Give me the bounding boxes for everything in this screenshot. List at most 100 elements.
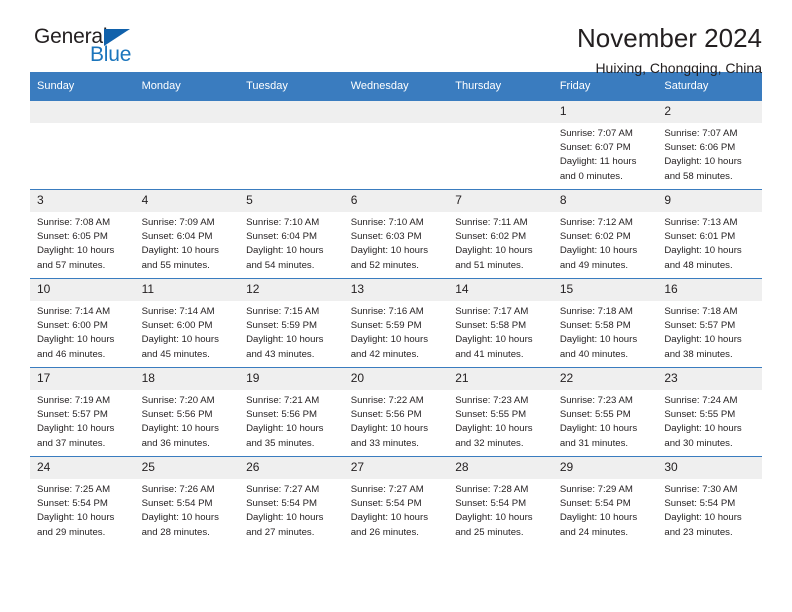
sunrise-text: Sunrise: 7:14 AM	[141, 306, 215, 317]
daylight-text: Daylight: 10 hours and 31 minutes.	[559, 423, 638, 449]
daylight-text: Daylight: 10 hours and 40 minutes.	[559, 334, 638, 360]
calendar-day-cell[interactable]: 3 Sunrise: 7:08 AM Sunset: 6:05 PM Daylight…	[30, 189, 135, 279]
sunrise-text: Sunrise: 7:13 AM	[664, 217, 738, 228]
calendar-day-cell[interactable]: 23 Sunrise: 7:24 AM Sunset: 5:55 PM Dayligh…	[657, 367, 762, 457]
calendar-day-cell[interactable]: 24 Sunrise: 7:25 AM Sunset: 5:54 PM Dayligh…	[30, 456, 135, 545]
page-subtitle-location: Huixing, Chongqing, China	[595, 60, 762, 76]
day-sun-info: Sunrise: 7:20 AM Sunset: 5:56 PM Daylight:…	[135, 390, 240, 451]
sunset-text: Sunset: 5:56 PM	[141, 409, 213, 421]
calendar-day-cell[interactable]: 13 Sunrise: 7:16 AM Sunset: 5:59 PM Dayligh…	[343, 278, 449, 368]
weekday-header-sunday: Sunday	[30, 72, 135, 101]
calendar-day-cell[interactable]: 29 Sunrise: 7:29 AM Sunset: 5:54 PM Dayligh…	[552, 456, 658, 545]
day-sun-info: Sunrise: 7:11 AM Sunset: 6:02 PM Daylight:…	[448, 212, 553, 273]
sunset-text: Sunset: 5:58 PM	[559, 320, 631, 332]
calendar-day-cell[interactable]: 5 Sunrise: 7:10 AM Sunset: 6:04 PM Daylight…	[239, 189, 344, 279]
day-number: 4	[134, 190, 240, 212]
calendar-day-cell[interactable]: 22 Sunrise: 7:23 AM Sunset: 5:55 PM Dayligh…	[552, 367, 658, 457]
calendar-day-cell[interactable]: 27 Sunrise: 7:27 AM Sunset: 5:54 PM Dayligh…	[343, 456, 449, 545]
daylight-text: Daylight: 10 hours and 55 minutes.	[141, 245, 219, 271]
daylight-text: Daylight: 10 hours and 43 minutes.	[246, 334, 324, 360]
day-number	[448, 101, 553, 123]
day-number: 1	[552, 101, 658, 123]
day-number: 17	[30, 368, 135, 390]
calendar-day-cell[interactable]: 19 Sunrise: 7:21 AM Sunset: 5:56 PM Dayligh…	[239, 367, 344, 457]
calendar-day-cell[interactable]: 8 Sunrise: 7:12 AM Sunset: 6:02 PM Daylight…	[552, 189, 658, 279]
sunrise-text: Sunrise: 7:26 AM	[141, 484, 215, 495]
day-number: 14	[448, 279, 553, 301]
weekday-header-thursday: Thursday	[448, 72, 553, 101]
daylight-text: Daylight: 10 hours and 29 minutes.	[37, 512, 115, 538]
day-number: 20	[343, 368, 449, 390]
sunset-text: Sunset: 5:54 PM	[350, 498, 422, 510]
sunset-text: Sunset: 5:55 PM	[559, 409, 631, 421]
sunset-text: Sunset: 5:59 PM	[350, 320, 422, 332]
calendar-day-cell[interactable]: 16 Sunrise: 7:18 AM Sunset: 5:57 PM Dayligh…	[657, 278, 762, 368]
day-sun-info: Sunrise: 7:24 AM Sunset: 5:55 PM Daylight:…	[657, 390, 762, 451]
calendar-day-cell[interactable]: 25 Sunrise: 7:26 AM Sunset: 5:54 PM Dayligh…	[134, 456, 240, 545]
sunrise-text: Sunrise: 7:12 AM	[559, 217, 633, 228]
daylight-text: Daylight: 10 hours and 33 minutes.	[350, 423, 429, 449]
title-block: November 2024 Huixing, Chongqing, China	[577, 22, 762, 78]
calendar-day-cell-empty	[343, 100, 449, 190]
sunset-text: Sunset: 6:04 PM	[246, 231, 318, 243]
sunrise-text: Sunrise: 7:15 AM	[246, 306, 320, 317]
calendar-day-cell-empty	[30, 100, 135, 190]
calendar-day-cell[interactable]: 11 Sunrise: 7:14 AM Sunset: 6:00 PM Dayligh…	[134, 278, 240, 368]
calendar-day-cell[interactable]: 6 Sunrise: 7:10 AM Sunset: 6:03 PM Daylight…	[343, 189, 449, 279]
calendar-day-cell[interactable]: 18 Sunrise: 7:20 AM Sunset: 5:56 PM Dayligh…	[134, 367, 240, 457]
calendar-day-cell[interactable]: 7 Sunrise: 7:11 AM Sunset: 6:02 PM Daylight…	[448, 189, 553, 279]
daylight-text: Daylight: 10 hours and 28 minutes.	[141, 512, 219, 538]
day-sun-info: Sunrise: 7:07 AM Sunset: 6:07 PM Daylight:…	[553, 123, 658, 184]
day-sun-info: Sunrise: 7:28 AM Sunset: 5:54 PM Daylight:…	[448, 479, 553, 540]
daylight-text: Daylight: 10 hours and 36 minutes.	[141, 423, 219, 449]
day-number: 3	[30, 190, 135, 212]
daylight-text: Daylight: 10 hours and 42 minutes.	[350, 334, 429, 360]
calendar-day-cell[interactable]: 30 Sunrise: 7:30 AM Sunset: 5:54 PM Dayligh…	[657, 456, 762, 545]
day-number: 16	[657, 279, 762, 301]
sunrise-text: Sunrise: 7:23 AM	[455, 395, 529, 406]
day-sun-info: Sunrise: 7:23 AM Sunset: 5:55 PM Daylight:…	[553, 390, 658, 451]
calendar-body: 1 Sunrise: 7:07 AM Sunset: 6:07 PM Daylight…	[30, 100, 762, 545]
sunrise-text: Sunrise: 7:23 AM	[559, 395, 633, 406]
calendar-day-cell[interactable]: 2 Sunrise: 7:07 AM Sunset: 6:06 PM Daylight…	[657, 100, 762, 190]
calendar-day-cell[interactable]: 4 Sunrise: 7:09 AM Sunset: 6:04 PM Daylight…	[134, 189, 240, 279]
day-sun-info: Sunrise: 7:07 AM Sunset: 6:06 PM Daylight:…	[657, 123, 762, 184]
calendar-day-cell[interactable]: 1 Sunrise: 7:07 AM Sunset: 6:07 PM Daylight…	[552, 100, 658, 190]
weekday-header-wednesday: Wednesday	[343, 72, 449, 101]
daylight-text: Daylight: 10 hours and 27 minutes.	[246, 512, 324, 538]
calendar-day-cell[interactable]: 21 Sunrise: 7:23 AM Sunset: 5:55 PM Dayligh…	[448, 367, 553, 457]
day-number: 27	[343, 457, 449, 479]
calendar-day-cell[interactable]: 28 Sunrise: 7:28 AM Sunset: 5:54 PM Dayligh…	[448, 456, 553, 545]
calendar-day-cell[interactable]: 9 Sunrise: 7:13 AM Sunset: 6:01 PM Daylight…	[657, 189, 762, 279]
sunrise-text: Sunrise: 7:25 AM	[37, 484, 111, 495]
day-number: 9	[657, 190, 762, 212]
calendar-day-cell[interactable]: 14 Sunrise: 7:17 AM Sunset: 5:58 PM Dayligh…	[448, 278, 553, 368]
daylight-text: Daylight: 10 hours and 23 minutes.	[664, 512, 742, 538]
sunrise-text: Sunrise: 7:18 AM	[664, 306, 738, 317]
calendar-day-cell[interactable]: 15 Sunrise: 7:18 AM Sunset: 5:58 PM Dayligh…	[552, 278, 658, 368]
sunrise-text: Sunrise: 7:29 AM	[559, 484, 633, 495]
day-sun-info: Sunrise: 7:10 AM Sunset: 6:03 PM Daylight:…	[344, 212, 449, 273]
day-number: 11	[134, 279, 240, 301]
daylight-text: Daylight: 10 hours and 24 minutes.	[559, 512, 638, 538]
calendar-day-cell[interactable]: 26 Sunrise: 7:27 AM Sunset: 5:54 PM Dayligh…	[239, 456, 344, 545]
day-sun-info: Sunrise: 7:14 AM Sunset: 6:00 PM Daylight:…	[135, 301, 240, 362]
sunset-text: Sunset: 6:02 PM	[455, 231, 527, 243]
day-number: 23	[657, 368, 762, 390]
daylight-text: Daylight: 10 hours and 25 minutes.	[455, 512, 533, 538]
page-title: November 2024	[577, 23, 762, 53]
day-sun-info: Sunrise: 7:14 AM Sunset: 6:00 PM Daylight:…	[30, 301, 135, 362]
calendar-day-cell[interactable]: 10 Sunrise: 7:14 AM Sunset: 6:00 PM Dayligh…	[30, 278, 135, 368]
calendar-day-cell[interactable]: 20 Sunrise: 7:22 AM Sunset: 5:56 PM Dayligh…	[343, 367, 449, 457]
calendar-day-cell[interactable]: 12 Sunrise: 7:15 AM Sunset: 5:59 PM Dayligh…	[239, 278, 344, 368]
day-sun-info: Sunrise: 7:16 AM Sunset: 5:59 PM Daylight:…	[344, 301, 449, 362]
day-number: 24	[30, 457, 135, 479]
daylight-text: Daylight: 10 hours and 57 minutes.	[37, 245, 115, 271]
day-sun-info: Sunrise: 7:18 AM Sunset: 5:58 PM Daylight:…	[553, 301, 658, 362]
day-sun-info: Sunrise: 7:21 AM Sunset: 5:56 PM Daylight:…	[239, 390, 344, 451]
sunrise-text: Sunrise: 7:07 AM	[664, 128, 738, 139]
calendar-day-cell[interactable]: 17 Sunrise: 7:19 AM Sunset: 5:57 PM Dayligh…	[30, 367, 135, 457]
page-header: General Blue November 2024 Huixing, Chon…	[30, 0, 762, 76]
day-sun-info: Sunrise: 7:27 AM Sunset: 5:54 PM Daylight:…	[239, 479, 344, 540]
general-blue-logo[interactable]: General Blue	[30, 25, 160, 71]
